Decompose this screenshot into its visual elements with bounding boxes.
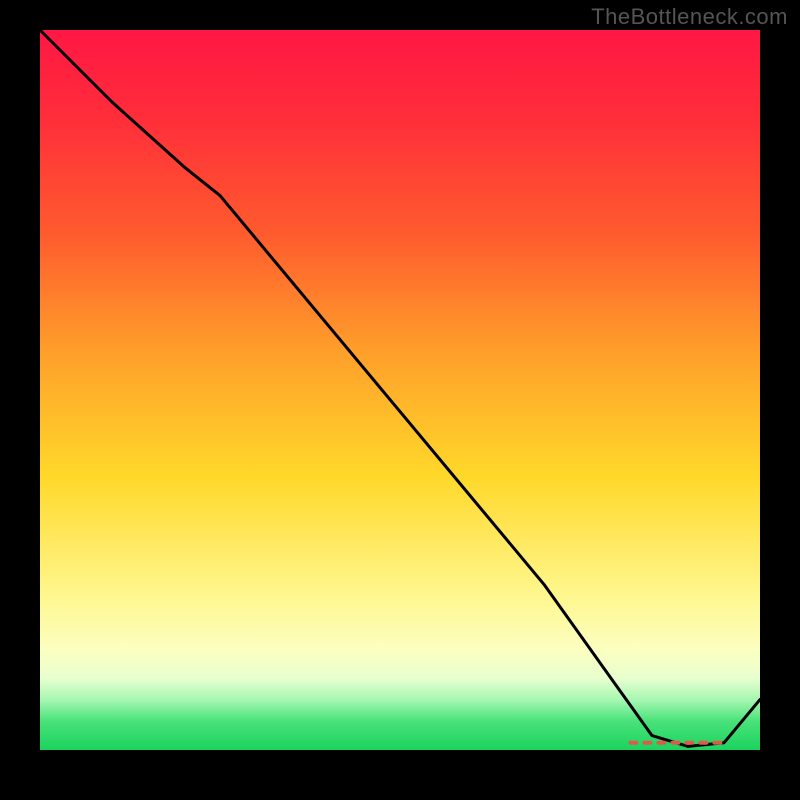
bottleneck-curve (40, 30, 760, 746)
plot-area (40, 30, 760, 750)
chart-container: TheBottleneck.com (0, 0, 800, 800)
watermark-text: TheBottleneck.com (591, 4, 788, 30)
curve-layer (40, 30, 760, 750)
